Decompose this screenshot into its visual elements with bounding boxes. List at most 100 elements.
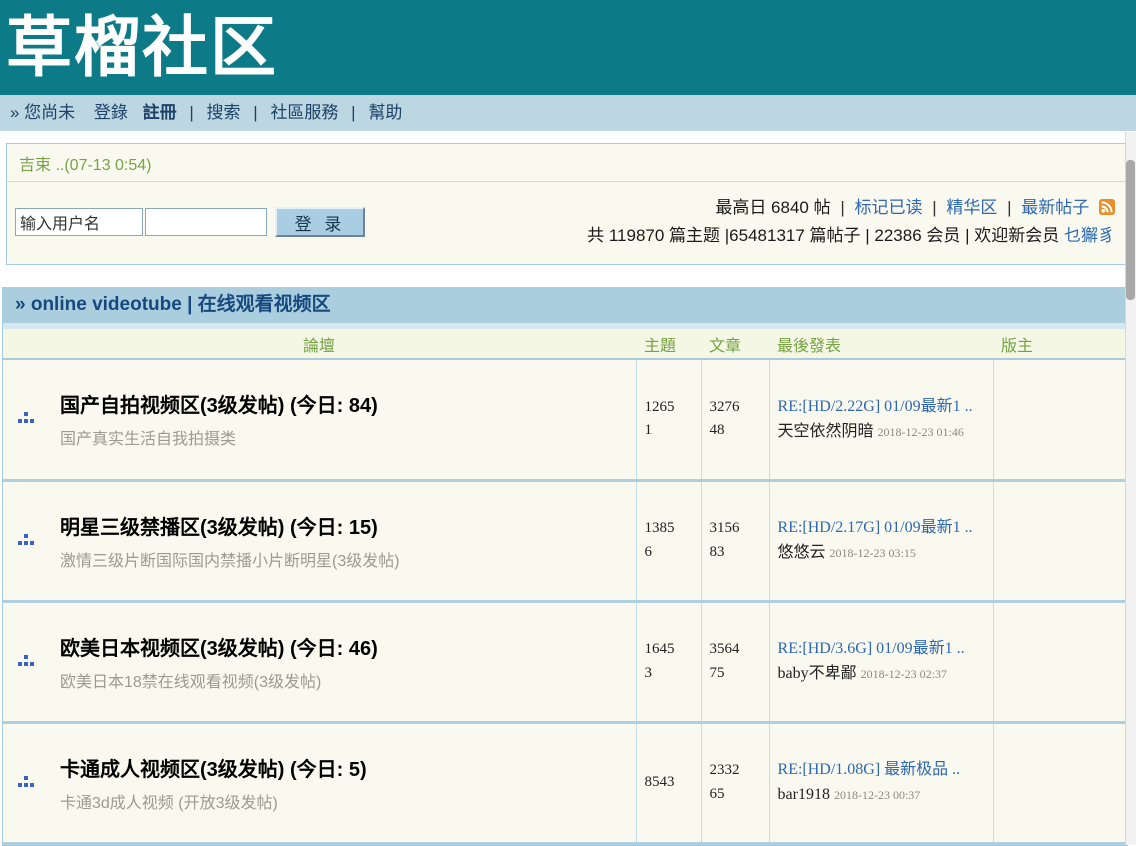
rss-icon[interactable] bbox=[1099, 199, 1115, 215]
nav-separator: | bbox=[351, 103, 355, 122]
topics-count: 12651 bbox=[645, 396, 681, 443]
notice-panel: 吉束 ..(07-13 0:54) 登 录 最高日 6840 帖 | 标记已读 … bbox=[6, 143, 1128, 265]
site-logo: 草榴社区 bbox=[0, 0, 1136, 94]
last-post-link[interactable]: RE:[HD/2.17G] 01/09最新1 .. bbox=[778, 517, 985, 539]
top-day-posts: 最高日 6840 帖 bbox=[715, 198, 830, 217]
forum-status-icon-cell bbox=[3, 601, 48, 722]
forum-dots-icon bbox=[18, 655, 34, 666]
login-stats-row: 登 录 最高日 6840 帖 | 标记已读 | 精华区 | 最新帖子 共 119… bbox=[7, 182, 1127, 264]
col-header-posts: 文章 bbox=[701, 329, 769, 359]
section-title[interactable]: » online videotube | 在线观看视频区 bbox=[3, 287, 1127, 323]
forum-section: » online videotube | 在线观看视频区 論壇 主題 文章 最後… bbox=[2, 287, 1128, 846]
nav-separator: | bbox=[253, 103, 257, 122]
digest-area-link[interactable]: 精华区 bbox=[946, 198, 997, 217]
forum-table: 論壇 主題 文章 最後發表 版主 国产自拍视频区(3级发帖) (今日: 84) … bbox=[3, 329, 1131, 845]
last-post-time: 2018-12-23 02:37 bbox=[861, 667, 947, 681]
topics-count: 16453 bbox=[645, 638, 681, 685]
col-header-forum: 論壇 bbox=[3, 329, 636, 359]
forum-status-icon-cell bbox=[3, 722, 48, 843]
stats-line1: 最高日 6840 帖 | 标记已读 | 精华区 | 最新帖子 bbox=[587, 194, 1115, 222]
topics-count-cell: 16453 bbox=[636, 601, 701, 722]
stats-line2: 共 119870 篇主题 |65481317 篇帖子 | 22386 会员 | … bbox=[587, 222, 1115, 250]
vertical-scrollbar[interactable] bbox=[1125, 132, 1136, 845]
moderator-cell bbox=[993, 480, 1131, 601]
forum-dots-icon bbox=[18, 412, 34, 423]
moderator-cell bbox=[993, 601, 1131, 722]
last-post-cell: RE:[HD/3.6G] 01/09最新1 .. baby不卑鄙 2018-12-… bbox=[769, 601, 993, 722]
posts-count: 327648 bbox=[710, 396, 746, 443]
posts-count: 315683 bbox=[710, 517, 746, 564]
nav-separator: | bbox=[189, 103, 193, 122]
username-input[interactable] bbox=[15, 208, 143, 236]
new-posts-link[interactable]: 最新帖子 bbox=[1021, 198, 1089, 217]
posts-count-cell: 315683 bbox=[701, 480, 769, 601]
col-header-topics: 主題 bbox=[636, 329, 701, 359]
forum-title-link[interactable]: 国产自拍视频区(3级发帖) (今日: 84) bbox=[60, 389, 624, 418]
forum-info-cell: 国产自拍视频区(3级发帖) (今日: 84) 国产真实生活自我拍摄类 bbox=[48, 359, 636, 480]
topics-count: 8543 bbox=[645, 771, 681, 794]
posts-count: 233265 bbox=[710, 759, 746, 806]
last-post-time: 2018-12-23 01:46 bbox=[878, 425, 964, 439]
forum-row: 欧美日本视频区(3级发帖) (今日: 46) 欧美日本18禁在线观看视频(3级发… bbox=[3, 601, 1131, 722]
stats-separator: | bbox=[840, 198, 844, 217]
announcement-text[interactable]: 吉束 ..(07-13 0:54) bbox=[7, 144, 1127, 182]
forum-row: 明星三级禁播区(3级发帖) (今日: 15) 激情三级片断国际国内禁播小片断明星… bbox=[3, 480, 1131, 601]
forum-dots-icon bbox=[18, 776, 34, 787]
nav-register-link[interactable]: 註冊 bbox=[143, 103, 177, 122]
stats-separator: | bbox=[1007, 198, 1011, 217]
nav-search-link[interactable]: 搜索 bbox=[207, 103, 241, 122]
col-header-lastpost: 最後發表 bbox=[769, 329, 993, 359]
forum-table-header: 論壇 主題 文章 最後發表 版主 bbox=[3, 329, 1131, 359]
last-post-time: 2018-12-23 03:15 bbox=[830, 546, 916, 560]
login-form: 登 录 bbox=[15, 207, 365, 237]
last-post-link[interactable]: RE:[HD/3.6G] 01/09最新1 .. bbox=[778, 638, 985, 660]
forum-title-link[interactable]: 卡通成人视频区(3级发帖) (今日: 5) bbox=[60, 753, 624, 782]
forum-info-cell: 欧美日本视频区(3级发帖) (今日: 46) 欧美日本18禁在线观看视频(3级发… bbox=[48, 601, 636, 722]
last-post-link[interactable]: RE:[HD/2.22G] 01/09最新1 .. bbox=[778, 396, 985, 418]
last-post-author[interactable]: 悠悠云 bbox=[778, 544, 826, 561]
forum-description: 卡通3d成人视频 (开放3级发帖) bbox=[60, 789, 624, 813]
nav-login-link[interactable]: 登錄 bbox=[94, 103, 128, 122]
password-input[interactable] bbox=[145, 208, 267, 236]
site-banner: 草榴社区 bbox=[0, 0, 1136, 95]
topics-count-cell: 13856 bbox=[636, 480, 701, 601]
last-post-meta: baby不卑鄙 2018-12-23 02:37 bbox=[778, 663, 985, 685]
last-post-link[interactable]: RE:[HD/1.08G] 最新极品 .. bbox=[778, 759, 985, 781]
forum-row: 卡通成人视频区(3级发帖) (今日: 5) 卡通3d成人视频 (开放3级发帖) … bbox=[3, 722, 1131, 843]
forum-title-link[interactable]: 明星三级禁播区(3级发帖) (今日: 15) bbox=[60, 511, 624, 540]
last-post-author[interactable]: bar1918 bbox=[778, 786, 830, 803]
forum-description: 国产真实生活自我拍摄类 bbox=[60, 425, 624, 449]
topics-count-cell: 8543 bbox=[636, 722, 701, 843]
forum-description: 欧美日本18禁在线观看视频(3级发帖) bbox=[60, 668, 624, 692]
login-button[interactable]: 登 录 bbox=[275, 207, 365, 237]
forum-dots-icon bbox=[18, 534, 34, 545]
last-post-cell: RE:[HD/2.22G] 01/09最新1 .. 天空依然阴暗 2018-12-… bbox=[769, 359, 993, 480]
topics-count: 13856 bbox=[645, 517, 681, 564]
moderator-cell bbox=[993, 722, 1131, 843]
totals-text: 共 119870 篇主题 |65481317 篇帖子 | 22386 会员 | … bbox=[587, 226, 1059, 245]
forum-status-icon-cell bbox=[3, 359, 48, 480]
scrollbar-thumb[interactable] bbox=[1126, 160, 1135, 300]
moderator-cell bbox=[993, 359, 1131, 480]
newest-member-link[interactable]: 乜獬豸 bbox=[1064, 226, 1115, 245]
nav-status-text: » 您尚未 bbox=[10, 103, 75, 122]
nav-help-link[interactable]: 幫助 bbox=[368, 103, 402, 122]
mark-read-link[interactable]: 标记已读 bbox=[854, 198, 922, 217]
last-post-meta: bar19182018-12-23 00:37 bbox=[778, 784, 985, 806]
last-post-author[interactable]: 天空依然阴暗 bbox=[778, 423, 874, 440]
forum-status-icon-cell bbox=[3, 480, 48, 601]
forum-title-link[interactable]: 欧美日本视频区(3级发帖) (今日: 46) bbox=[60, 632, 624, 661]
nav-service-link[interactable]: 社區服務 bbox=[270, 103, 338, 122]
posts-count-cell: 356475 bbox=[701, 601, 769, 722]
posts-count: 356475 bbox=[710, 638, 746, 685]
last-post-author[interactable]: baby不卑鄙 bbox=[778, 665, 857, 682]
topics-count-cell: 12651 bbox=[636, 359, 701, 480]
forum-row: 国产自拍视频区(3级发帖) (今日: 84) 国产真实生活自我拍摄类 12651… bbox=[3, 359, 1131, 480]
top-nav: » 您尚未 登錄 註冊 | 搜索 | 社區服務 | 幫助 bbox=[0, 95, 1136, 131]
board-stats: 最高日 6840 帖 | 标记已读 | 精华区 | 最新帖子 共 119870 … bbox=[587, 194, 1115, 250]
last-post-meta: 悠悠云 2018-12-23 03:15 bbox=[778, 542, 985, 564]
forum-info-cell: 卡通成人视频区(3级发帖) (今日: 5) 卡通3d成人视频 (开放3级发帖) bbox=[48, 722, 636, 843]
posts-count-cell: 233265 bbox=[701, 722, 769, 843]
stats-separator: | bbox=[932, 198, 936, 217]
last-post-cell: RE:[HD/1.08G] 最新极品 .. bar19182018-12-23 … bbox=[769, 722, 993, 843]
